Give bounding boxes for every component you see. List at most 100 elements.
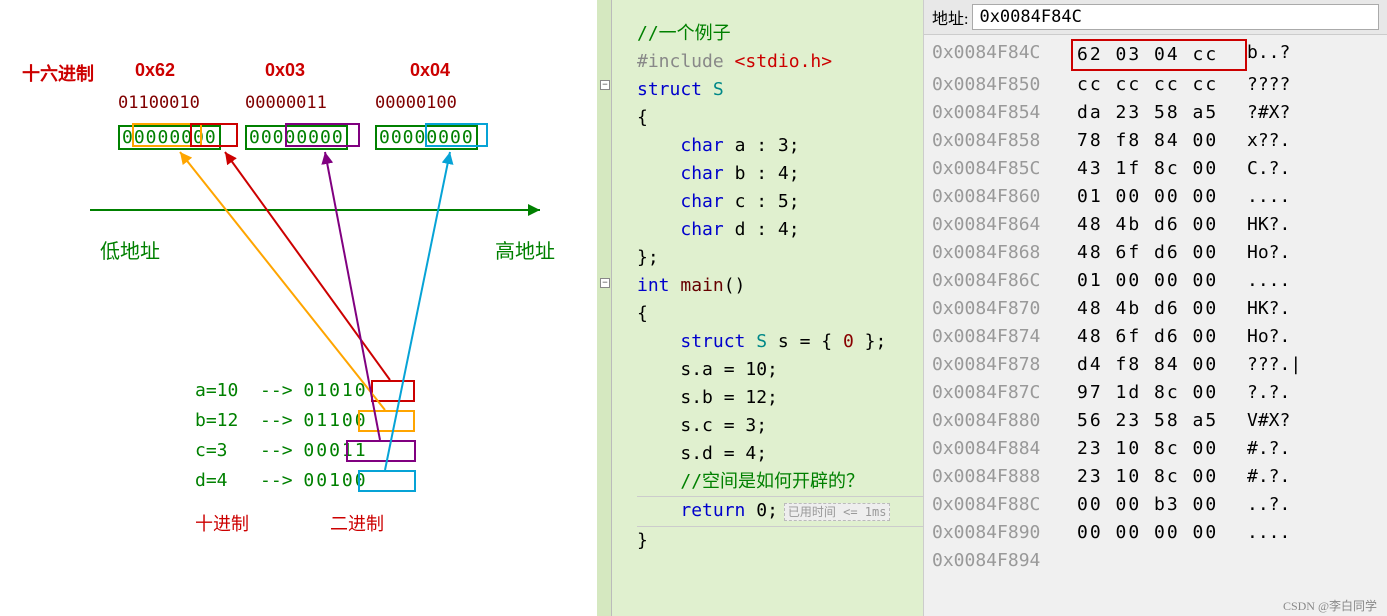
mapping-arrows	[0, 0, 597, 616]
stmt-sc: s.c = 3;	[680, 415, 767, 436]
kw-char: char	[680, 135, 723, 156]
field-d: d : 4;	[735, 219, 800, 240]
memory-row[interactable]: 0x0084F87C97 1d 8c 00?.?.	[924, 379, 1387, 407]
memory-addr: 0x0084F890	[932, 519, 1077, 547]
memory-addr: 0x0084F860	[932, 183, 1077, 211]
memory-hex: 78 f8 84 00	[1077, 127, 1247, 155]
fn-main: main	[680, 275, 723, 296]
memory-row[interactable]: 0x0084F86001 00 00 00....	[924, 183, 1387, 211]
memory-addr: 0x0084F868	[932, 239, 1077, 267]
memory-ascii: V#X?	[1247, 407, 1290, 435]
memory-hex: 48 4b d6 00	[1077, 211, 1247, 239]
memory-row[interactable]: 0x0084F86C01 00 00 00....	[924, 267, 1387, 295]
memory-ascii: ..?.	[1247, 491, 1290, 519]
dec-caption: 十进制	[195, 510, 249, 536]
memory-row[interactable]: 0x0084F878d4 f8 84 00???.|	[924, 351, 1387, 379]
address-bar: 地址: 0x0084F84C	[924, 0, 1387, 35]
code-comment-2: //空间是如何开辟的？	[680, 471, 864, 492]
memory-ascii: ....	[1247, 183, 1290, 211]
memory-row[interactable]: 0x0084F854da 23 58 a5?#X?	[924, 99, 1387, 127]
memory-hex: d4 f8 84 00	[1077, 351, 1247, 379]
memory-addr: 0x0084F894	[932, 547, 1077, 575]
memory-ascii: ???.|	[1247, 351, 1301, 379]
memory-addr: 0x0084F880	[932, 407, 1077, 435]
memory-rows: 0x0084F84C62 03 04 ccb..?0x0084F850cc cc…	[924, 35, 1387, 579]
memory-hex: cc cc cc cc	[1077, 71, 1247, 99]
memory-addr: 0x0084F86C	[932, 267, 1077, 295]
kw-char: char	[680, 191, 723, 212]
kw-int: int	[637, 275, 670, 296]
memory-addr: 0x0084F884	[932, 435, 1077, 463]
bit-packing-diagram: 十六进制 0x62 0x03 0x04 01100010 00000011 00…	[0, 0, 597, 616]
memory-hex: 23 10 8c 00	[1077, 463, 1247, 491]
memory-hex: 48 6f d6 00	[1077, 239, 1247, 267]
memory-ascii: C.?.	[1247, 155, 1290, 183]
bin-caption: 二进制	[330, 510, 384, 536]
memory-row[interactable]: 0x0084F894	[924, 547, 1387, 575]
memory-ascii: HK?.	[1247, 211, 1290, 239]
memory-addr: 0x0084F870	[932, 295, 1077, 323]
memory-row[interactable]: 0x0084F850cc cc cc cc????	[924, 71, 1387, 99]
memory-hex: 43 1f 8c 00	[1077, 155, 1247, 183]
kw-struct: struct	[637, 79, 702, 100]
memory-ascii: HK?.	[1247, 295, 1290, 323]
code-include: #include	[637, 51, 735, 72]
memory-row[interactable]: 0x0084F87448 6f d6 00Ho?.	[924, 323, 1387, 351]
memory-ascii: ?#X?	[1247, 99, 1290, 127]
stmt-sb: s.b = 12;	[680, 387, 778, 408]
field-b: b : 4;	[735, 163, 800, 184]
memory-ascii: b..?	[1247, 39, 1290, 71]
memory-row[interactable]: 0x0084F85C43 1f 8c 00C.?.	[924, 155, 1387, 183]
field-c: c : 5;	[735, 191, 800, 212]
memory-ascii: ....	[1247, 519, 1290, 547]
memory-addr: 0x0084F864	[932, 211, 1077, 239]
memory-addr: 0x0084F88C	[932, 491, 1077, 519]
address-input[interactable]: 0x0084F84C	[972, 4, 1379, 30]
memory-row[interactable]: 0x0084F88C00 00 b3 00..?.	[924, 491, 1387, 519]
memory-row[interactable]: 0x0084F88823 10 8c 00#.?.	[924, 463, 1387, 491]
memory-addr: 0x0084F888	[932, 463, 1077, 491]
kw-char: char	[680, 163, 723, 184]
memory-addr: 0x0084F85C	[932, 155, 1077, 183]
memory-row[interactable]: 0x0084F85878 f8 84 00x??.	[924, 127, 1387, 155]
field-a: a : 3;	[735, 135, 800, 156]
memory-row[interactable]: 0x0084F88056 23 58 a5V#X?	[924, 407, 1387, 435]
stmt-sa: s.a = 10;	[680, 359, 778, 380]
memory-hex: 01 00 00 00	[1077, 183, 1247, 211]
watermark: CSDN @李白同学	[1283, 597, 1377, 614]
kw-char: char	[680, 219, 723, 240]
memory-addr: 0x0084F878	[932, 351, 1077, 379]
memory-ascii: #.?.	[1247, 435, 1290, 463]
memory-hex: 23 10 8c 00	[1077, 435, 1247, 463]
memory-ascii: x??.	[1247, 127, 1290, 155]
memory-addr: 0x0084F858	[932, 127, 1077, 155]
code-comment: //一个例子	[637, 23, 731, 44]
fold-icon[interactable]: −	[600, 278, 610, 288]
fold-icon[interactable]: −	[600, 80, 610, 90]
memory-view: 地址: 0x0084F84C 0x0084F84C62 03 04 ccb..?…	[923, 0, 1387, 616]
code-gutter	[597, 0, 612, 616]
memory-row[interactable]: 0x0084F87048 4b d6 00HK?.	[924, 295, 1387, 323]
memory-addr: 0x0084F87C	[932, 379, 1077, 407]
memory-ascii: ....	[1247, 267, 1290, 295]
memory-addr: 0x0084F850	[932, 71, 1077, 99]
memory-row[interactable]: 0x0084F86448 4b d6 00HK?.	[924, 211, 1387, 239]
memory-row[interactable]: 0x0084F86848 6f d6 00Ho?.	[924, 239, 1387, 267]
memory-hex: 00 00 b3 00	[1077, 491, 1247, 519]
kw-return: return	[680, 500, 745, 521]
memory-hex: 62 03 04 cc	[1071, 39, 1247, 71]
return-val: 0;	[745, 500, 778, 521]
memory-hex: 01 00 00 00	[1077, 267, 1247, 295]
memory-hex: 97 1d 8c 00	[1077, 379, 1247, 407]
memory-row[interactable]: 0x0084F84C62 03 04 ccb..?	[924, 39, 1387, 71]
memory-hex: 56 23 58 a5	[1077, 407, 1247, 435]
memory-hex	[1077, 547, 1247, 575]
memory-ascii: #.?.	[1247, 463, 1290, 491]
memory-ascii: Ho?.	[1247, 323, 1290, 351]
memory-row[interactable]: 0x0084F88423 10 8c 00#.?.	[924, 435, 1387, 463]
memory-addr: 0x0084F84C	[932, 39, 1077, 71]
memory-row[interactable]: 0x0084F89000 00 00 00....	[924, 519, 1387, 547]
code-include-header: <stdio.h>	[735, 51, 833, 72]
memory-ascii: Ho?.	[1247, 239, 1290, 267]
stmt-sd: s.d = 4;	[680, 443, 767, 464]
